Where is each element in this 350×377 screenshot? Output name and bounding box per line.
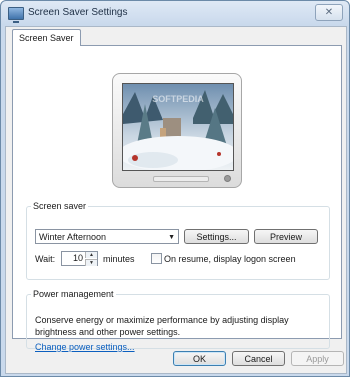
resume-logon-label[interactable]: On resume, display logon screen	[164, 254, 296, 264]
screen-saver-settings-window: Screen Saver Settings ✕ Screen Saver SOF…	[0, 0, 350, 377]
watermark-text: SOFTPEDIA	[152, 94, 204, 104]
dialog-client-area: Screen Saver SOFTPEDIA Screen saver Wint…	[5, 26, 347, 374]
monitor-stand-slot	[153, 176, 209, 182]
monitor-icon	[8, 7, 24, 23]
title-bar[interactable]: Screen Saver Settings ✕	[1, 1, 349, 25]
preview-screen: SOFTPEDIA	[122, 83, 234, 171]
monitor-power-indicator	[224, 175, 231, 182]
spin-down-icon[interactable]: ▼	[85, 259, 97, 266]
window-title: Screen Saver Settings	[28, 7, 128, 18]
wait-minutes-stepper[interactable]: 10 ▲ ▼	[61, 251, 98, 266]
tab-screen-saver[interactable]: Screen Saver	[12, 29, 81, 46]
change-power-settings-link[interactable]: Change power settings...	[35, 342, 135, 352]
cancel-button[interactable]: Cancel	[232, 351, 285, 366]
power-management-group: Power management Conserve energy or maxi…	[26, 289, 330, 352]
power-management-group-label: Power management	[33, 289, 114, 299]
screen-saver-group-label: Screen saver	[33, 201, 87, 211]
dropdown-arrow-icon[interactable]: ▼	[168, 230, 175, 245]
preview-button[interactable]: Preview	[254, 229, 318, 244]
monitor-preview: SOFTPEDIA	[112, 73, 242, 188]
close-button[interactable]: ✕	[315, 4, 343, 21]
screen-saver-select[interactable]: Winter Afternoon ▼	[35, 229, 179, 244]
screen-saver-selected-value: Winter Afternoon	[39, 232, 107, 242]
apply-button: Apply	[291, 351, 344, 366]
spin-up-icon[interactable]: ▲	[85, 252, 97, 258]
wait-value[interactable]: 10	[73, 252, 83, 265]
resume-logon-checkbox[interactable]	[151, 253, 162, 264]
wait-label: Wait:	[35, 254, 56, 264]
screen-saver-group: Screen saver Winter Afternoon ▼ Settings…	[26, 201, 330, 280]
screen-saver-tab-panel: SOFTPEDIA Screen saver Winter Afternoon …	[12, 45, 342, 352]
minutes-label: minutes	[103, 254, 135, 264]
ok-button[interactable]: OK	[173, 351, 226, 366]
settings-button[interactable]: Settings...	[184, 229, 249, 244]
power-description: Conserve energy or maximize performance …	[35, 315, 289, 337]
